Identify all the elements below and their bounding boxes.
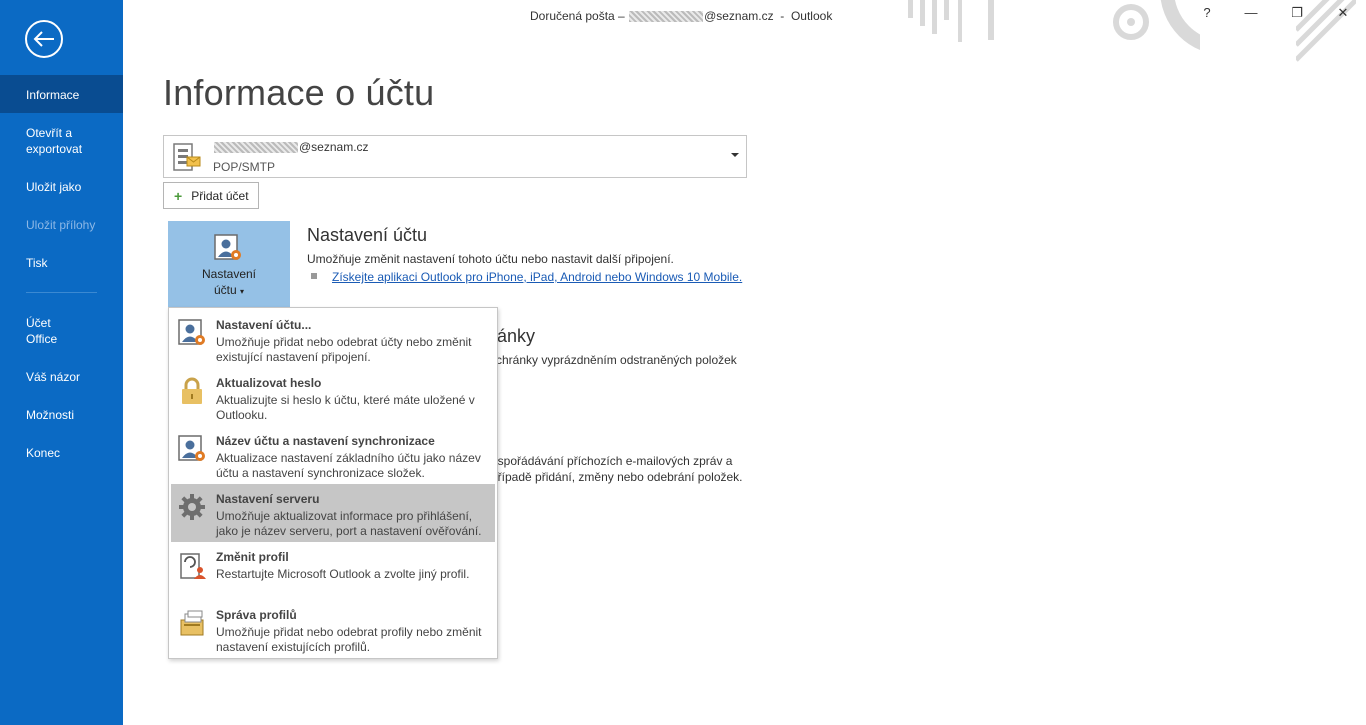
account-settings-tile[interactable]: Nastavení účtu ▾	[168, 221, 290, 307]
nav-save-as[interactable]: Uložit jako	[0, 179, 123, 195]
backstage-sidebar: Informace Otevřít a exportovat Uložit ja…	[0, 0, 123, 725]
add-account-label: Přidat účet	[191, 188, 249, 203]
close-button[interactable]: ✕	[1333, 5, 1353, 21]
menu-item-description: Umožňuje přidat nebo odebrat profily neb…	[216, 625, 482, 654]
menu-item-title: Správa profilů	[216, 608, 297, 622]
nav-office-account[interactable]: Účet Office	[0, 315, 100, 347]
menu-item-description: Aktualizace nastavení základního účtu ja…	[216, 451, 481, 480]
nav-save-attachments: Uložit přílohy	[26, 218, 96, 232]
menu-item-title: Změnit profil	[216, 550, 289, 564]
arrow-left-icon	[33, 31, 54, 47]
gear-icon	[179, 494, 205, 520]
email-account-icon	[173, 143, 201, 171]
account-settings-icon	[178, 319, 205, 345]
mailbox-cleanup-description-fragment: schránky vyprázdněním odstraněných polož…	[490, 353, 737, 367]
nav-feedback[interactable]: Váš názor	[0, 369, 123, 385]
nav-print[interactable]: Tisk	[0, 255, 123, 271]
menu-item-title: Název účtu a nastavení synchronizace	[216, 434, 435, 448]
account-type: POP/SMTP	[213, 160, 276, 174]
menu-item-server-settings[interactable]: Nastavení serveru Umožňuje aktualizovat …	[171, 484, 495, 542]
menu-item-account-name-sync[interactable]: Název účtu a nastavení synchronizace Akt…	[171, 426, 495, 484]
menu-item-manage-profiles[interactable]: Správa profilů Umožňuje přidat nebo odeb…	[171, 600, 495, 658]
restore-button[interactable]: ❐	[1287, 5, 1307, 21]
minimize-button[interactable]: —	[1241, 5, 1261, 20]
outlook-mobile-link[interactable]: Získejte aplikaci Outlook pro iPhone, iP…	[332, 270, 742, 284]
account-selector[interactable]: @seznam.cz POP/SMTP	[163, 135, 747, 178]
nav-informace[interactable]: Informace	[0, 75, 123, 113]
account-settings-icon	[214, 234, 241, 260]
nav-divider	[26, 292, 97, 293]
tile-label: Nastavení účtu ▾	[168, 266, 290, 300]
window-title-app: Outlook	[790, 9, 833, 23]
redacted-email	[629, 11, 704, 23]
menu-item-account-settings[interactable]: Nastavení účtu... Umožňuje přidat nebo o…	[171, 310, 495, 368]
back-button[interactable]	[25, 20, 63, 58]
rules-description-line1: uspořádávání příchozích e-mailových zprá…	[491, 454, 733, 468]
account-settings-heading: Nastavení účtu	[307, 225, 428, 245]
chevron-down-icon	[731, 153, 739, 157]
account-settings-menu: Nastavení účtu... Umožňuje přidat nebo o…	[168, 307, 498, 659]
account-sync-icon	[178, 435, 205, 461]
page-title: Informace o účtu	[163, 72, 435, 113]
menu-item-update-password[interactable]: Aktualizovat heslo Aktualizujte si heslo…	[171, 368, 495, 426]
caret-down-icon: ▾	[240, 287, 245, 296]
add-account-button[interactable]: + Přidat účet	[163, 182, 259, 209]
manage-profiles-icon	[180, 610, 204, 636]
lock-icon	[182, 377, 202, 404]
window-title: Doručená pošta – @seznam.cz - Outlook	[530, 9, 833, 23]
menu-item-description: Umožňuje aktualizovat informace pro přih…	[216, 509, 482, 538]
menu-item-description: Umožňuje přidat nebo odebrat účty nebo z…	[216, 335, 472, 364]
nav-open-export[interactable]: Otevřít a exportovat	[0, 125, 123, 157]
rules-description-line2: případě přidání, změny nebo odebrání pol…	[491, 470, 743, 484]
nav-exit[interactable]: Konec	[0, 445, 123, 461]
tile-label-line2: účtu	[213, 283, 237, 297]
account-settings-description: Umožňuje změnit nastavení tohoto účtu ne…	[307, 252, 674, 266]
menu-item-description: Restartujte Microsoft Outlook a zvolte j…	[216, 567, 470, 581]
nav-options[interactable]: Možnosti	[0, 407, 123, 423]
account-email-domain: @seznam.cz	[299, 140, 369, 154]
menu-item-change-profile[interactable]: Změnit profil Restartujte Microsoft Outl…	[171, 542, 495, 600]
help-button[interactable]: ?	[1197, 5, 1217, 20]
window-title-email: @seznam.cz	[704, 9, 774, 23]
plus-icon: +	[174, 187, 183, 204]
account-email: @seznam.cz	[213, 140, 369, 154]
redacted-account-name	[214, 142, 298, 154]
menu-item-description: Aktualizujte si heslo k účtu, které máte…	[216, 393, 475, 422]
menu-item-title: Nastavení serveru	[216, 492, 320, 506]
tile-label-line1: Nastavení	[201, 267, 257, 281]
bullet-icon	[311, 273, 317, 279]
decorative-background-pattern	[908, 0, 1200, 50]
window-title-prefix: Doručená pošta –	[530, 9, 625, 23]
change-profile-icon	[180, 553, 206, 579]
menu-item-title: Aktualizovat heslo	[216, 376, 322, 390]
menu-item-title: Nastavení účtu...	[216, 318, 312, 332]
